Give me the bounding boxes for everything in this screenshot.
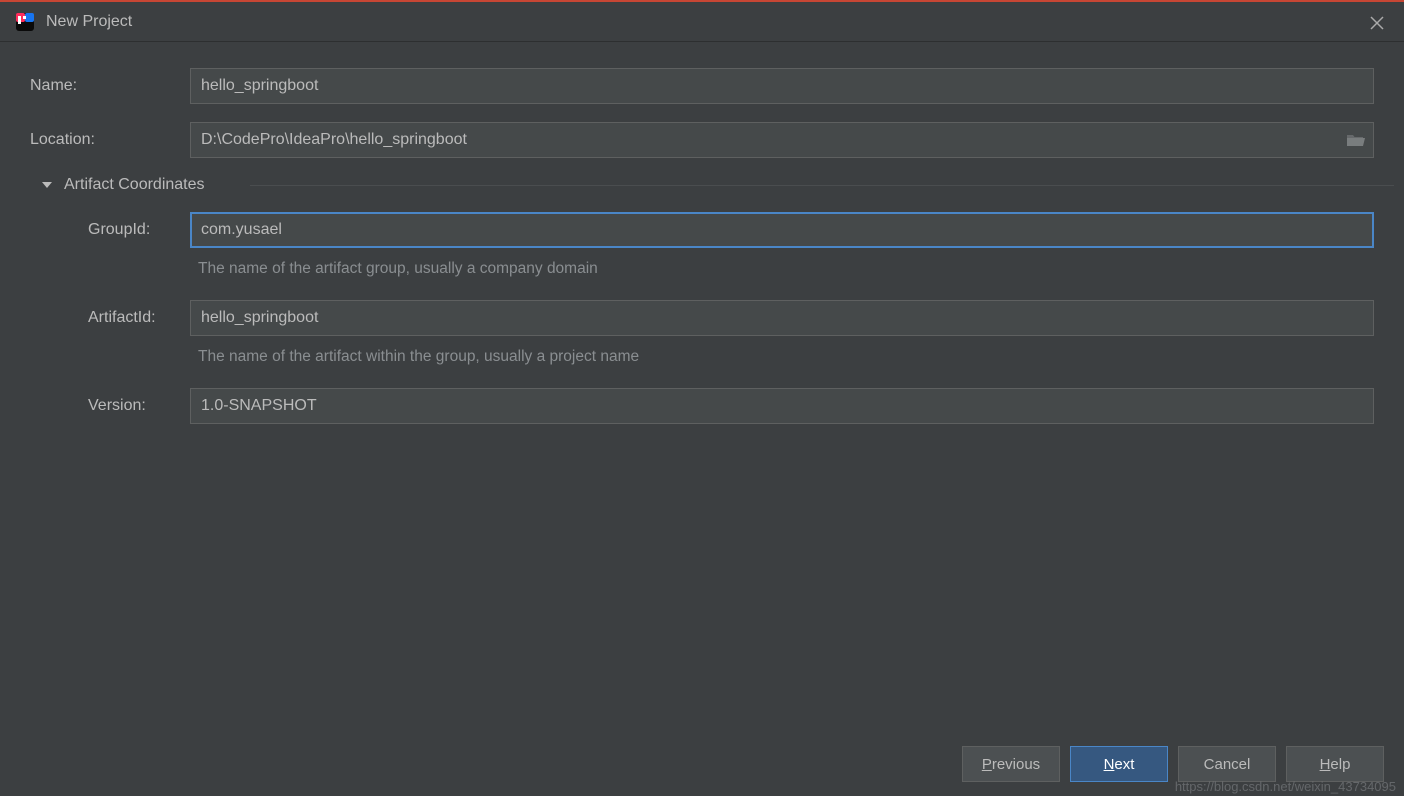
browse-folder-button[interactable] bbox=[1346, 132, 1366, 148]
cancel-button[interactable]: Cancel bbox=[1178, 746, 1276, 782]
dialog-content: Name: Location: Artifact Coordinates Gro… bbox=[0, 42, 1404, 424]
previous-button[interactable]: Previous bbox=[962, 746, 1060, 782]
help-label-rest: elp bbox=[1330, 756, 1350, 773]
name-row: Name: bbox=[30, 68, 1374, 104]
groupid-row: GroupId: bbox=[30, 212, 1374, 248]
artifact-coordinates-header[interactable]: Artifact Coordinates bbox=[40, 176, 1374, 194]
groupid-hint: The name of the artifact group, usually … bbox=[190, 254, 598, 278]
window-title: New Project bbox=[46, 13, 132, 31]
location-row: Location: bbox=[30, 122, 1374, 158]
section-divider bbox=[250, 185, 1394, 186]
footer-buttons: Previous Next Cancel Help bbox=[962, 746, 1384, 782]
groupid-input[interactable] bbox=[190, 212, 1374, 248]
close-button[interactable] bbox=[1366, 12, 1388, 34]
next-label-rest: ext bbox=[1114, 756, 1134, 773]
version-input[interactable] bbox=[190, 388, 1374, 424]
artifactid-row: ArtifactId: bbox=[30, 300, 1374, 336]
version-label: Version: bbox=[30, 397, 190, 415]
app-icon bbox=[14, 11, 36, 33]
help-button[interactable]: Help bbox=[1286, 746, 1384, 782]
close-icon bbox=[1370, 16, 1384, 30]
groupid-label: GroupId: bbox=[30, 221, 190, 239]
artifactid-hint-row: The name of the artifact within the grou… bbox=[30, 342, 1374, 366]
folder-open-icon bbox=[1346, 132, 1366, 148]
artifactid-hint: The name of the artifact within the grou… bbox=[190, 342, 639, 366]
name-input[interactable] bbox=[190, 68, 1374, 104]
next-button[interactable]: Next bbox=[1070, 746, 1168, 782]
artifactid-input[interactable] bbox=[190, 300, 1374, 336]
previous-label-rest: revious bbox=[992, 756, 1040, 773]
titlebar: New Project bbox=[0, 2, 1404, 42]
version-row: Version: bbox=[30, 388, 1374, 424]
cancel-label: Cancel bbox=[1204, 756, 1251, 773]
section-title: Artifact Coordinates bbox=[64, 176, 205, 194]
artifactid-label: ArtifactId: bbox=[30, 309, 190, 327]
location-input[interactable] bbox=[190, 122, 1374, 158]
groupid-hint-row: The name of the artifact group, usually … bbox=[30, 254, 1374, 278]
location-label: Location: bbox=[30, 131, 190, 149]
name-label: Name: bbox=[30, 77, 190, 95]
watermark-text: https://blog.csdn.net/weixin_43734095 bbox=[1175, 779, 1396, 794]
chevron-down-icon bbox=[40, 178, 54, 192]
